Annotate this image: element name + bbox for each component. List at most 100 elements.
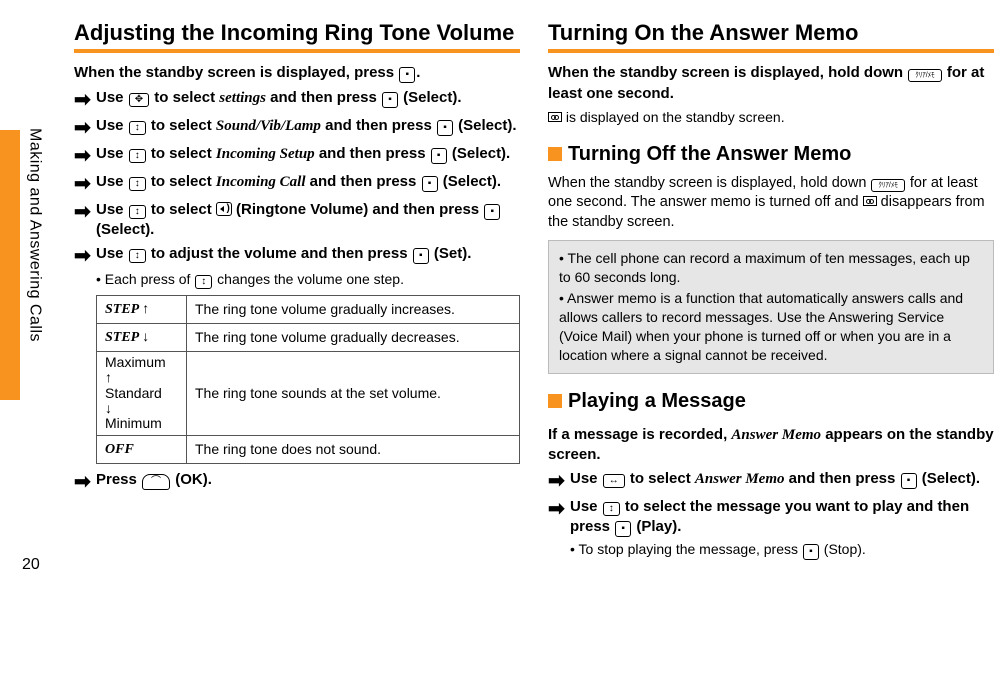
right-column: Turning On the Answer Memo When the stan… — [548, 20, 994, 564]
step: ➡Use ↕ to select Incoming Call and then … — [74, 172, 520, 196]
volume-table: STEP ↑The ring tone volume gradually inc… — [96, 295, 520, 464]
subheading-playing: Playing a Message — [548, 388, 994, 415]
nav-key-icon: ↔ — [603, 474, 625, 488]
page-number: 20 — [22, 554, 40, 576]
square-bullet-icon — [548, 147, 562, 161]
step-text: Use ↕ to select (Ringtone Volume) and th… — [96, 200, 520, 241]
table-row: STEP ↑The ring tone volume gradually inc… — [97, 296, 520, 324]
step-text: Use ↕ to select the message you want to … — [570, 497, 994, 538]
tape-icon — [863, 196, 877, 206]
text: . — [416, 64, 420, 81]
step-note: • Each press of ↕ changes the volume one… — [96, 270, 520, 289]
section-label: Making and Answering Calls — [24, 128, 46, 342]
updown-key-icon: ↕ — [195, 275, 212, 289]
center-key-icon: ▪ — [413, 248, 429, 264]
step-note: • To stop playing the message, press ▪ (… — [570, 540, 994, 560]
text: (Stop). — [820, 541, 866, 557]
table-row: OFFThe ring tone does not sound. — [97, 435, 520, 463]
center-key-icon: ▪ — [901, 473, 917, 489]
arrow-icon: ➡ — [74, 144, 96, 168]
step: ➡Use ↕ to select the message you want to… — [548, 497, 994, 538]
step-text: Use ↕ to select Incoming Setup and then … — [96, 144, 520, 168]
arrow-icon: ➡ — [74, 88, 96, 112]
section-heading-ringtone: Adjusting the Incoming Ring Tone Volume — [74, 20, 520, 53]
center-key-icon: ▪ — [382, 92, 398, 108]
step-text: Press ⌒ (OK). — [96, 470, 520, 494]
table-cell-desc: The ring tone volume gradually increases… — [187, 296, 520, 324]
clearmemo-key-icon: ｸﾘｱ/ﾒﾓ — [871, 179, 904, 192]
ringtone-volume-icon — [216, 202, 232, 216]
center-key-icon: ▪ — [484, 204, 500, 220]
turnoff-body: When the standby screen is displayed, ho… — [548, 174, 994, 233]
sidebar: Making and Answering Calls 20 — [0, 20, 46, 564]
step: ➡Use ↕ to select Sound/Vib/Lamp and then… — [74, 116, 520, 140]
text-italic: Answer Memo — [731, 427, 821, 443]
text: Press — [96, 471, 141, 488]
center-key-icon: ▪ — [431, 148, 447, 164]
table-row: Maximum↑Standard↓MinimumThe ring tone so… — [97, 351, 520, 435]
ringtone-intro: When the standby screen is displayed, pr… — [74, 63, 520, 83]
answermemo-intro: When the standby screen is displayed, ho… — [548, 63, 994, 104]
left-column: Adjusting the Incoming Ring Tone Volume … — [74, 20, 520, 564]
step-text: Use ↕ to select Incoming Call and then p… — [96, 172, 520, 196]
section-heading-answermemo: Turning On the Answer Memo — [548, 20, 994, 53]
nav-key-icon: ↕ — [129, 205, 146, 219]
step: ➡Use ↕ to select Incoming Setup and then… — [74, 144, 520, 168]
text: When the standby screen is displayed, pr… — [74, 64, 398, 81]
table-cell-desc: The ring tone does not sound. — [187, 435, 520, 463]
step: ➡Use ↔ to select Answer Memo and then pr… — [548, 469, 994, 493]
step: ➡Use ✥ to select settings and then press… — [74, 88, 520, 112]
subheading-text: Playing a Message — [568, 390, 746, 412]
text: Each press of — [105, 271, 195, 287]
nav-key-icon: ↕ — [129, 121, 146, 135]
text: is displayed on the standby screen. — [562, 109, 785, 125]
step: ➡Use ↕ to adjust the volume and then pre… — [74, 244, 520, 268]
subheading-turnoff: Turning Off the Answer Memo — [548, 141, 994, 168]
answermemo-sub: is displayed on the standby screen. — [548, 108, 994, 127]
arrow-icon: ➡ — [74, 200, 96, 241]
nav-key-icon: ↕ — [129, 149, 146, 163]
nav-key-icon: ✥ — [129, 93, 149, 107]
table-cell-label: Maximum↑Standard↓Minimum — [97, 351, 187, 435]
step-text: Use ✥ to select settings and then press … — [96, 88, 520, 112]
accent-tab — [0, 130, 20, 400]
text: (OK). — [171, 471, 212, 488]
center-key-icon: ▪ — [615, 521, 631, 537]
step-final: ➡ Press ⌒ (OK). — [74, 470, 520, 494]
text: changes the volume one step. — [213, 271, 404, 287]
clearmemo-key-icon: ｸﾘｱ/ﾒﾓ — [908, 69, 941, 82]
table-cell-label: STEP ↑ — [97, 296, 187, 324]
softkey-icon: ⌒ — [142, 474, 170, 490]
text: To stop playing the message, press — [579, 541, 802, 557]
table-cell-label: STEP ↓ — [97, 323, 187, 351]
arrow-icon: ➡ — [74, 244, 96, 268]
step: ➡Use ↕ to select (Ringtone Volume) and t… — [74, 200, 520, 241]
center-key-icon: ▪ — [399, 67, 415, 83]
note-item: • Answer memo is a function that automat… — [559, 289, 983, 365]
arrow-icon: ➡ — [74, 116, 96, 140]
center-key-icon: ▪ — [422, 176, 438, 192]
text: When the standby screen is displayed, ho… — [548, 175, 870, 191]
center-key-icon: ▪ — [803, 544, 819, 560]
table-cell-label: OFF — [97, 435, 187, 463]
nav-key-icon: ↕ — [129, 177, 146, 191]
nav-key-icon: ↕ — [129, 249, 146, 263]
note-item: • The cell phone can record a maximum of… — [559, 249, 983, 287]
step-text: Use ↔ to select Answer Memo and then pre… — [570, 469, 994, 493]
arrow-icon: ➡ — [74, 172, 96, 196]
text: If a message is recorded, — [548, 426, 731, 443]
note-box: • The cell phone can record a maximum of… — [548, 240, 994, 373]
arrow-icon: ➡ — [548, 497, 570, 538]
table-cell-desc: The ring tone volume gradually decreases… — [187, 323, 520, 351]
arrow-icon: ➡ — [548, 469, 570, 493]
arrow-icon: ➡ — [74, 470, 96, 494]
playing-intro: If a message is recorded, Answer Memo ap… — [548, 425, 994, 466]
page: Making and Answering Calls 20 Adjusting … — [0, 0, 1004, 574]
nav-key-icon: ↕ — [603, 502, 620, 516]
square-bullet-icon — [548, 394, 562, 408]
text: When the standby screen is displayed, ho… — [548, 64, 907, 81]
table-cell-desc: The ring tone sounds at the set volume. — [187, 351, 520, 435]
tape-icon — [548, 112, 562, 122]
step-text: Use ↕ to adjust the volume and then pres… — [96, 244, 520, 268]
step-text: Use ↕ to select Sound/Vib/Lamp and then … — [96, 116, 520, 140]
